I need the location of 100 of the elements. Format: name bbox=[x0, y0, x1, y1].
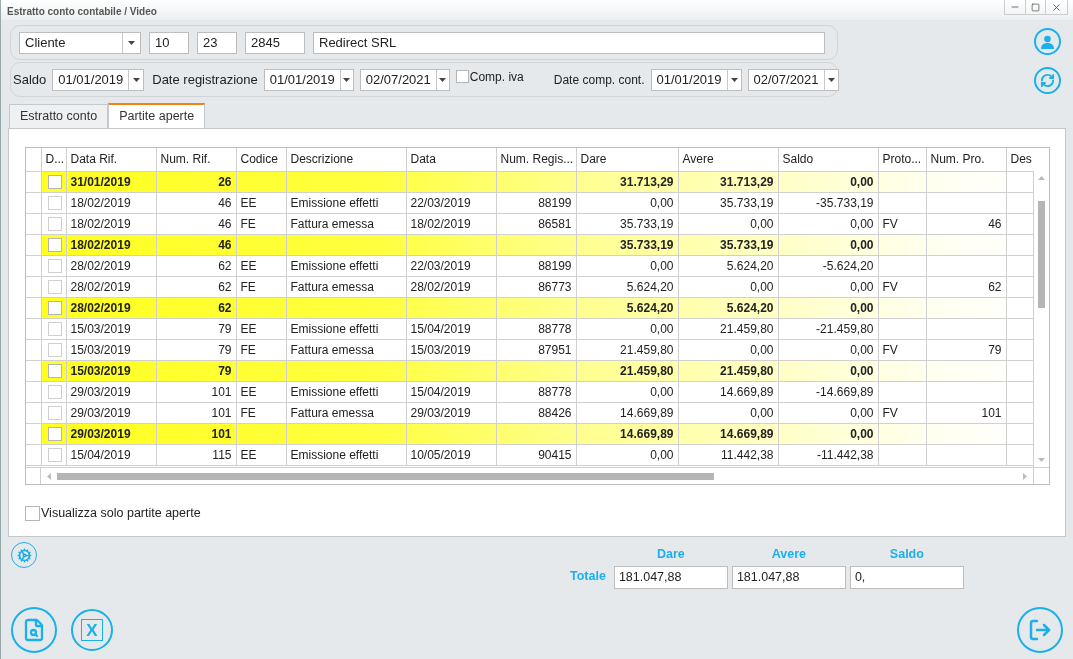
table-cell: Fattura emessa bbox=[290, 405, 374, 420]
scrollbar-thumb[interactable] bbox=[1038, 200, 1045, 308]
column-header[interactable]: Codice bbox=[236, 148, 286, 171]
column-header[interactable]: Saldo bbox=[778, 148, 878, 171]
checkbox[interactable] bbox=[47, 258, 62, 273]
table-cell: 26 bbox=[218, 174, 232, 189]
scrollbar-thumb[interactable] bbox=[57, 472, 714, 480]
table-row[interactable]: 29/03/2019 101 FE Fattura emessa 29/03/2019 88426 14.669,89 0,00 0,00 FV 101 bbox=[26, 402, 1033, 423]
refresh-button[interactable] bbox=[1034, 67, 1061, 94]
table-cell: 0,00 bbox=[750, 279, 774, 294]
total-field[interactable]: 181.047,88 bbox=[613, 566, 728, 589]
tab[interactable]: Partite aperte bbox=[108, 103, 206, 128]
table-cell: 87951 bbox=[538, 342, 572, 357]
table-cell: 15/03/2019 bbox=[70, 363, 131, 378]
dropdown-button[interactable] bbox=[339, 69, 353, 90]
checkbox[interactable] bbox=[455, 70, 469, 83]
checkbox[interactable] bbox=[25, 505, 40, 521]
group-row[interactable]: 15/03/2019 79 21.459,80 21.459,80 0,00 bbox=[26, 360, 1033, 381]
checkbox[interactable] bbox=[47, 237, 62, 252]
checkbox[interactable] bbox=[47, 342, 62, 357]
exit-button[interactable] bbox=[1017, 607, 1063, 653]
column-header[interactable]: Avere bbox=[678, 148, 778, 171]
column-header[interactable]: Num. Regis... bbox=[496, 148, 576, 171]
table-row[interactable]: 29/03/2019 101 EE Emissione effetti 15/04/2019 88778 0,00 14.669,89 -14.669,89 bbox=[26, 381, 1033, 402]
table-cell: 101 bbox=[981, 405, 1002, 420]
table-cell: Fattura emessa bbox=[290, 342, 374, 357]
dropdown-field[interactable]: 01/01/2019 bbox=[650, 68, 742, 91]
group-row[interactable]: 31/01/2019 26 31.713,29 31.713,29 0,00 bbox=[26, 171, 1033, 192]
table-row[interactable]: 15/03/2019 79 FE Fattura emessa 15/03/2019 87951 21.459,80 0,00 0,00 FV 79 bbox=[26, 339, 1033, 360]
tab[interactable]: Estratto conto bbox=[9, 104, 109, 128]
table-cell: 31/01/2019 bbox=[70, 174, 131, 189]
checkbox[interactable] bbox=[47, 300, 62, 315]
column-header[interactable]: Descrizione bbox=[286, 148, 406, 171]
checkbox[interactable] bbox=[47, 195, 62, 210]
code-field[interactable]: 23 bbox=[197, 31, 237, 54]
table-cell: Emissione effetti bbox=[290, 447, 379, 462]
table-cell: 28/02/2019 bbox=[70, 300, 131, 315]
checkbox[interactable] bbox=[47, 174, 62, 189]
table-cell: 31.713,29 bbox=[720, 174, 774, 189]
table-row[interactable]: 15/03/2019 79 EE Emissione effetti 15/04/2019 88778 0,00 21.459,80 -21.459,80 bbox=[26, 318, 1033, 339]
checkbox[interactable] bbox=[47, 279, 62, 294]
table-row[interactable]: 15/04/2019 115 EE Emissione effetti 10/05/2019 90415 0,00 11.442,38 -11.442,38 bbox=[26, 444, 1033, 465]
table-cell: 22/03/2019 bbox=[410, 258, 471, 273]
checkbox[interactable] bbox=[47, 321, 62, 336]
table-cell: 14.669,89 bbox=[620, 405, 674, 420]
total-field[interactable]: 0, bbox=[849, 566, 964, 589]
checkbox[interactable] bbox=[47, 426, 62, 441]
table-cell: 18/02/2019 bbox=[70, 237, 131, 252]
table-cell: 0,00 bbox=[850, 279, 874, 294]
dropdown-button[interactable] bbox=[823, 69, 838, 90]
total-field[interactable]: 181.047,88 bbox=[731, 566, 846, 589]
column-header[interactable]: D... bbox=[41, 148, 66, 171]
column-header[interactable]: Dare bbox=[576, 148, 678, 171]
table-row[interactable]: 28/02/2019 62 EE Emissione effetti 22/03/2019 88199 0,00 5.624,20 -5.624,20 bbox=[26, 255, 1033, 276]
table-cell: 79 bbox=[988, 342, 1002, 357]
checkbox[interactable] bbox=[47, 384, 62, 399]
table-cell: 101 bbox=[211, 426, 232, 441]
checkbox[interactable] bbox=[47, 363, 62, 378]
dropdown-field[interactable]: 01/01/2019 bbox=[263, 68, 354, 91]
table-row[interactable]: 18/02/2019 46 EE Emissione effetti 22/03/2019 88199 0,00 35.733,19 -35.733,19 bbox=[26, 192, 1033, 213]
table-cell: 35.733,19 bbox=[720, 237, 774, 252]
user-button[interactable] bbox=[1034, 28, 1061, 55]
dropdown-field[interactable]: 02/07/2021 bbox=[359, 68, 450, 91]
total-header: Saldo bbox=[889, 546, 924, 564]
table-cell: 15/03/2019 bbox=[70, 342, 131, 357]
code-field[interactable]: 10 bbox=[149, 31, 189, 54]
table-cell: 90415 bbox=[538, 447, 572, 462]
refresh-icon bbox=[1040, 73, 1055, 88]
caret-icon bbox=[439, 77, 447, 82]
table-cell: FV bbox=[882, 405, 898, 420]
table-cell: 15/04/2019 bbox=[410, 384, 471, 399]
table-cell: 0,00 bbox=[650, 195, 674, 210]
name-field[interactable]: Redirect SRL bbox=[313, 31, 825, 54]
group-row[interactable]: 29/03/2019 101 14.669,89 14.669,89 0,00 bbox=[26, 423, 1033, 444]
table-row[interactable]: 18/02/2019 46 FE Fattura emessa 18/02/2019 86581 35.733,19 0,00 0,00 FV 46 bbox=[26, 213, 1033, 234]
column-header[interactable]: Data bbox=[406, 148, 496, 171]
dropdown-field[interactable]: 02/07/2021 bbox=[747, 68, 839, 91]
dropdown-button[interactable] bbox=[726, 69, 741, 90]
column-header[interactable]: Proto... bbox=[878, 148, 926, 171]
dropdown-button[interactable] bbox=[435, 69, 449, 90]
dropdown-field[interactable]: 01/01/2019 bbox=[52, 68, 145, 91]
checkbox[interactable] bbox=[47, 216, 62, 231]
table-row[interactable]: 28/02/2019 62 FE Fattura emessa 28/02/2019 86773 5.624,20 0,00 0,00 FV 62 bbox=[26, 276, 1033, 297]
column-header[interactable]: Data Rif. bbox=[66, 148, 156, 171]
column-header[interactable]: Num. Pro. bbox=[926, 148, 1006, 171]
table-cell: 10/05/2019 bbox=[410, 447, 471, 462]
preview-button[interactable] bbox=[11, 607, 57, 653]
dropdown-field[interactable]: Cliente bbox=[19, 31, 141, 54]
table-cell: 46 bbox=[218, 216, 232, 231]
checkbox[interactable] bbox=[47, 405, 62, 420]
table-cell: 0,00 bbox=[650, 258, 674, 273]
table-cell: 62 bbox=[218, 279, 232, 294]
code-field[interactable]: 2845 bbox=[245, 31, 305, 54]
table-cell: 18/02/2019 bbox=[70, 216, 131, 231]
group-row[interactable]: 18/02/2019 46 35.733,19 35.733,19 0,00 bbox=[26, 234, 1033, 255]
table-cell: 0,00 bbox=[650, 321, 674, 336]
checkbox[interactable] bbox=[47, 447, 62, 462]
window-title: Estratto conto contabile / Video bbox=[6, 5, 157, 19]
column-header[interactable]: Num. Rif. bbox=[156, 148, 236, 171]
group-row[interactable]: 28/02/2019 62 5.624,20 5.624,20 0,00 bbox=[26, 297, 1033, 318]
